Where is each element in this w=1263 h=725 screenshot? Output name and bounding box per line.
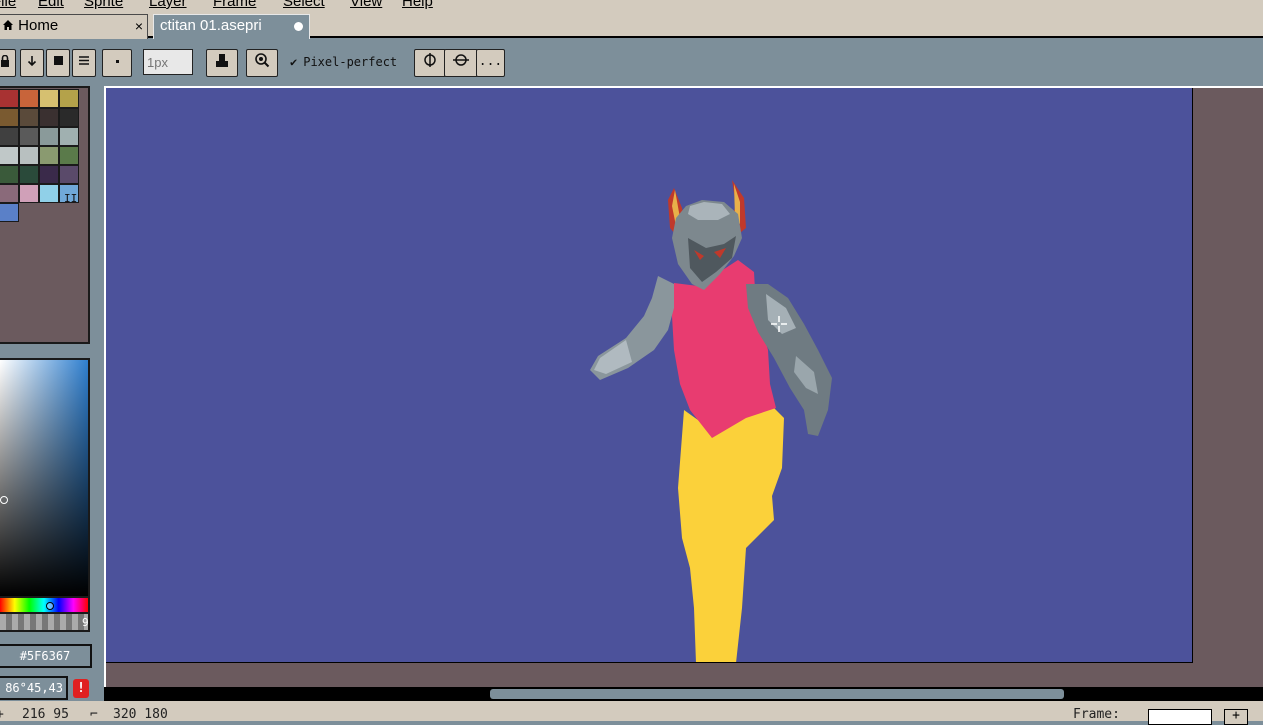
add-frame-button[interactable]: + bbox=[1224, 709, 1248, 725]
menu-lines-button[interactable] bbox=[72, 49, 96, 77]
dot-icon bbox=[115, 60, 119, 63]
lock-icon bbox=[1, 54, 9, 67]
palette-swatch[interactable] bbox=[39, 89, 59, 108]
palette-swatch[interactable] bbox=[39, 127, 59, 146]
ink-button[interactable] bbox=[206, 49, 238, 77]
color-selector-handle[interactable] bbox=[0, 496, 8, 504]
list-icon bbox=[79, 56, 89, 65]
pixel-perfect-toggle[interactable]: ✔ Pixel-perfect bbox=[290, 49, 397, 75]
palette-swatch[interactable] bbox=[59, 89, 79, 108]
symmetry-icon bbox=[424, 53, 436, 67]
palette-swatch[interactable] bbox=[39, 184, 59, 203]
menu-layer[interactable]: Layer bbox=[149, 0, 187, 10]
menu-select[interactable]: Select bbox=[283, 0, 325, 10]
frame-input[interactable] bbox=[1148, 709, 1212, 725]
modified-dot-icon[interactable] bbox=[294, 22, 303, 31]
crosshair-cursor-icon bbox=[771, 316, 787, 332]
palette-swatch[interactable] bbox=[19, 165, 39, 184]
hex-color-field[interactable]: #5F6367 bbox=[0, 644, 92, 668]
square-icon bbox=[53, 56, 63, 65]
down-arrow-button[interactable] bbox=[20, 49, 44, 77]
status-bar: + 216 95 ⌐ 320 180 Frame: + bbox=[0, 701, 1263, 725]
palette-swatch[interactable] bbox=[19, 89, 39, 108]
tab-bar: Home × ctitan 01.asepri bbox=[0, 12, 1263, 39]
palette-swatch[interactable] bbox=[19, 127, 39, 146]
symmetry-options-button[interactable] bbox=[444, 49, 478, 77]
palette-swatch[interactable] bbox=[59, 146, 79, 165]
palette-swatch[interactable] bbox=[0, 203, 19, 222]
pixel-perfect-label: Pixel-perfect bbox=[303, 55, 398, 69]
hsv-color-field[interactable]: 86°45,43 bbox=[0, 676, 68, 700]
symmetry-button[interactable] bbox=[414, 49, 446, 77]
tab-home-label: Home bbox=[18, 17, 59, 34]
sprite-character bbox=[590, 180, 832, 662]
palette-swatch[interactable] bbox=[39, 165, 59, 184]
alpha-value: 9 bbox=[82, 616, 89, 629]
more-options-button[interactable]: ... bbox=[476, 49, 505, 77]
palette-swatch[interactable] bbox=[19, 108, 39, 127]
tab-sprite-file[interactable]: ctitan 01.asepri bbox=[153, 14, 310, 39]
cursor-position-icon: + bbox=[0, 707, 4, 722]
menu-frame[interactable]: Frame bbox=[213, 0, 256, 10]
palette-swatch[interactable] bbox=[0, 127, 19, 146]
frame-label: Frame: bbox=[1073, 707, 1120, 722]
palette-index-marker: II bbox=[64, 192, 78, 205]
menu-view[interactable]: View bbox=[350, 0, 382, 10]
ink-icon bbox=[216, 54, 228, 67]
menu-file[interactable]: File bbox=[0, 0, 16, 10]
opacity-button[interactable] bbox=[246, 49, 278, 77]
palette-swatch[interactable] bbox=[39, 146, 59, 165]
tab-home[interactable]: Home × bbox=[0, 14, 148, 39]
palette-swatch[interactable] bbox=[0, 108, 19, 127]
close-icon[interactable]: × bbox=[135, 15, 143, 37]
sprite-canvas[interactable] bbox=[106, 88, 1193, 663]
brush-size-input[interactable] bbox=[143, 49, 193, 75]
palette-swatch[interactable] bbox=[0, 165, 19, 184]
menu-bar: File Edit Sprite Layer Frame Select View… bbox=[0, 0, 1263, 12]
palette-swatch[interactable] bbox=[0, 146, 19, 165]
palette-swatch[interactable] bbox=[0, 89, 19, 108]
checkmark-icon: ✔ bbox=[290, 55, 298, 69]
palette-swatch[interactable] bbox=[0, 184, 19, 203]
arrow-down-icon bbox=[27, 56, 37, 67]
palette-swatch[interactable] bbox=[19, 184, 39, 203]
scrollbar-thumb[interactable] bbox=[490, 689, 1064, 699]
selection-size-icon: ⌐ bbox=[90, 707, 98, 722]
hue-slider[interactable] bbox=[0, 598, 90, 614]
cursor-position: 216 95 bbox=[22, 707, 69, 722]
selection-size: 320 180 bbox=[113, 707, 168, 722]
palette-swatch[interactable] bbox=[59, 108, 79, 127]
color-spectrum[interactable] bbox=[0, 358, 90, 598]
palette-swatch[interactable] bbox=[39, 108, 59, 127]
tab-file-label: ctitan 01.asepri bbox=[160, 17, 262, 34]
palette-swatch[interactable] bbox=[59, 165, 79, 184]
alpha-slider[interactable] bbox=[0, 614, 90, 632]
context-toolbar: ✔ Pixel-perfect ... bbox=[0, 40, 1263, 86]
menu-help[interactable]: Help bbox=[402, 0, 433, 10]
lock-button[interactable] bbox=[0, 49, 16, 77]
brush-type-button[interactable] bbox=[102, 49, 132, 77]
magnifier-icon bbox=[255, 53, 270, 68]
symmetry-horizontal-icon bbox=[453, 54, 469, 66]
square-brush-button[interactable] bbox=[46, 49, 70, 77]
hue-handle[interactable] bbox=[46, 602, 54, 610]
home-icon bbox=[2, 17, 18, 34]
menu-edit[interactable]: Edit bbox=[38, 0, 64, 10]
palette-swatch[interactable] bbox=[59, 127, 79, 146]
menu-sprite[interactable]: Sprite bbox=[84, 0, 123, 10]
warning-icon[interactable]: ! bbox=[73, 679, 89, 698]
palette-swatch[interactable] bbox=[19, 146, 39, 165]
